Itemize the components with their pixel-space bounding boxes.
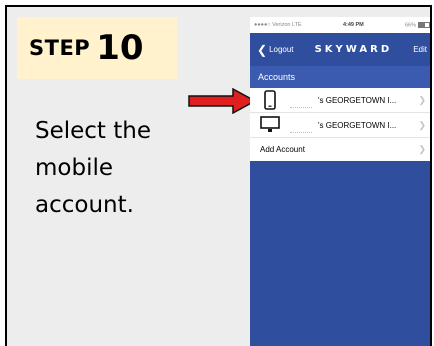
logout-button[interactable]: ❮ Logout bbox=[257, 43, 294, 57]
skyward-logo: SKYWARD bbox=[314, 44, 393, 55]
battery-indicator: 66% bbox=[404, 21, 430, 29]
chevron-right-icon: ❯ bbox=[418, 119, 426, 130]
phone-screenshot: ●●●●○ Verizon LTE 4:49 PM 66% ❮ Logout S… bbox=[250, 17, 430, 346]
account-row-desktop[interactable]: 's GEORGETOWN I... ❯ bbox=[250, 113, 430, 138]
accounts-section-header: Accounts bbox=[250, 66, 430, 88]
accounts-list: 's GEORGETOWN I... ❯ 's GEORGETOWN I... … bbox=[250, 88, 430, 161]
nav-bar: ❮ Logout SKYWARD Edit bbox=[250, 33, 430, 66]
red-arrow-icon bbox=[188, 88, 257, 114]
step-number: 10 bbox=[96, 28, 144, 68]
account-row-mobile[interactable]: 's GEORGETOWN I... ❯ bbox=[250, 88, 430, 113]
instruction-line: Select the bbox=[35, 118, 152, 144]
chevron-left-icon: ❮ bbox=[257, 42, 268, 57]
instruction-line: mobile bbox=[35, 155, 114, 181]
chevron-right-icon: ❯ bbox=[418, 144, 426, 154]
step-heading: STEP 10 bbox=[17, 17, 177, 79]
account-name: 's GEORGETOWN I... bbox=[318, 95, 397, 105]
instruction-text: Select the mobile account. bbox=[35, 113, 200, 224]
redacted-name bbox=[286, 90, 318, 110]
instruction-line: account. bbox=[35, 192, 134, 218]
status-time: 4:49 PM bbox=[342, 22, 364, 28]
desktop-monitor-icon bbox=[260, 116, 280, 134]
chevron-right-icon: ❯ bbox=[418, 94, 426, 105]
status-bar: ●●●●○ Verizon LTE 4:49 PM 66% bbox=[250, 17, 430, 33]
add-account-row[interactable]: Add Account ❯ bbox=[250, 138, 430, 161]
slide-frame: STEP 10 Select the mobile account. ●●●●○… bbox=[5, 5, 432, 346]
carrier-label: ●●●●○ Verizon LTE bbox=[254, 22, 302, 28]
battery-icon bbox=[417, 21, 430, 28]
redacted-name bbox=[286, 115, 318, 135]
battery-percent: 66% bbox=[404, 22, 416, 29]
account-name: 's GEORGETOWN I... bbox=[318, 120, 397, 130]
logout-label: Logout bbox=[269, 45, 294, 54]
add-account-label: Add Account bbox=[260, 145, 305, 154]
mobile-phone-icon bbox=[260, 90, 280, 110]
step-word: STEP bbox=[29, 36, 91, 60]
edit-button[interactable]: Edit bbox=[413, 45, 427, 54]
